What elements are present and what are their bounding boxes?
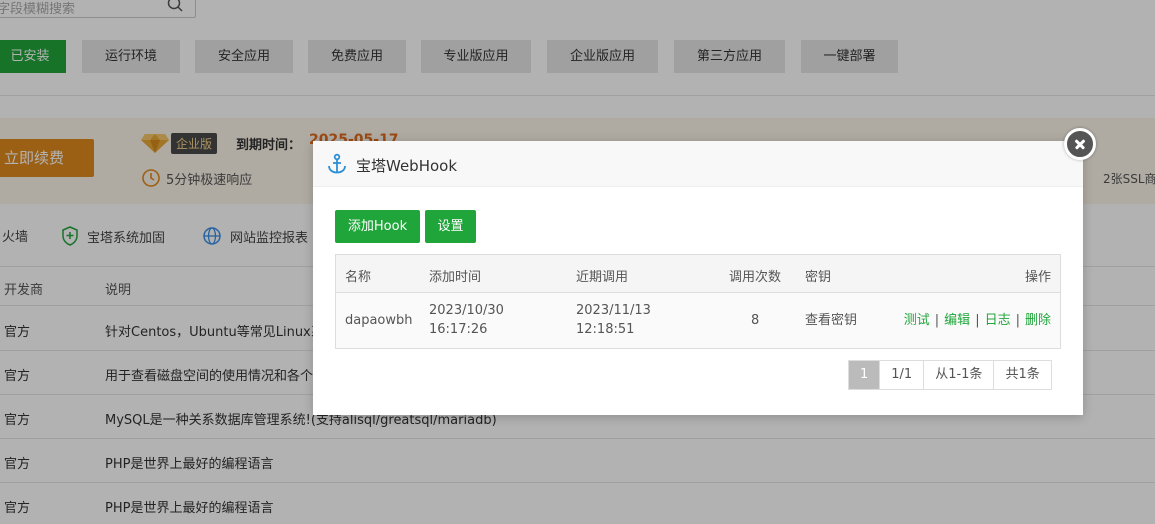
anchor-icon (328, 153, 346, 174)
hook-added-date: 2023/10/30 (429, 303, 504, 318)
page-total: 共1条 (993, 361, 1050, 389)
column-header-actions: 操作 (1024, 270, 1051, 285)
separator: | (1015, 313, 1020, 328)
edit-link[interactable]: 编辑 (944, 313, 970, 328)
hook-table: 名称 添加时间 近期调用 调用次数 密钥 操作 dapaowbh 2023/10… (335, 254, 1061, 349)
hook-recent-date: 2023/11/13 (576, 303, 651, 318)
page-range: 从1-1条 (923, 361, 993, 389)
hook-actions: 测试 | 编辑 | 日志 | 删除 (904, 311, 1051, 330)
column-header-added: 添加时间 (429, 270, 482, 285)
dialog-title: 宝塔WebHook (356, 157, 458, 175)
close-dialog-button[interactable] (1064, 128, 1096, 160)
column-header-recent: 近期调用 (576, 270, 629, 285)
hook-recent-clock: 12:18:51 (576, 322, 635, 337)
delete-link[interactable]: 删除 (1025, 313, 1051, 328)
hook-call-count: 8 (751, 313, 760, 328)
separator: | (975, 313, 980, 328)
dialog-header: 宝塔WebHook (313, 141, 1083, 187)
column-header-name: 名称 (345, 270, 372, 285)
log-link[interactable]: 日志 (985, 313, 1011, 328)
webhook-dialog: 宝塔WebHook 添加Hook 设置 名称 添加时间 近期调用 调用次数 密钥… (313, 141, 1083, 415)
column-header-count: 调用次数 (729, 270, 782, 285)
settings-button[interactable]: 设置 (425, 210, 476, 243)
table-row: dapaowbh 2023/10/30 16:17:26 2023/11/13 … (336, 293, 1060, 348)
hook-name: dapaowbh (345, 313, 413, 328)
hook-recent-call: 2023/11/13 12:18:51 (576, 301, 651, 339)
add-hook-button[interactable]: 添加Hook (335, 210, 420, 243)
view-key-link[interactable]: 查看密钥 (805, 311, 857, 330)
hook-table-header: 名称 添加时间 近期调用 调用次数 密钥 操作 (336, 255, 1060, 293)
test-link[interactable]: 测试 (904, 313, 930, 328)
hook-added-clock: 16:17:26 (429, 322, 488, 337)
pagination: 1 1/1 从1-1条 共1条 (848, 360, 1052, 390)
hook-added-time: 2023/10/30 16:17:26 (429, 301, 504, 339)
page-count: 1/1 (879, 361, 923, 389)
separator: | (934, 313, 940, 328)
page-current[interactable]: 1 (849, 361, 880, 389)
column-header-key: 密钥 (805, 270, 832, 285)
